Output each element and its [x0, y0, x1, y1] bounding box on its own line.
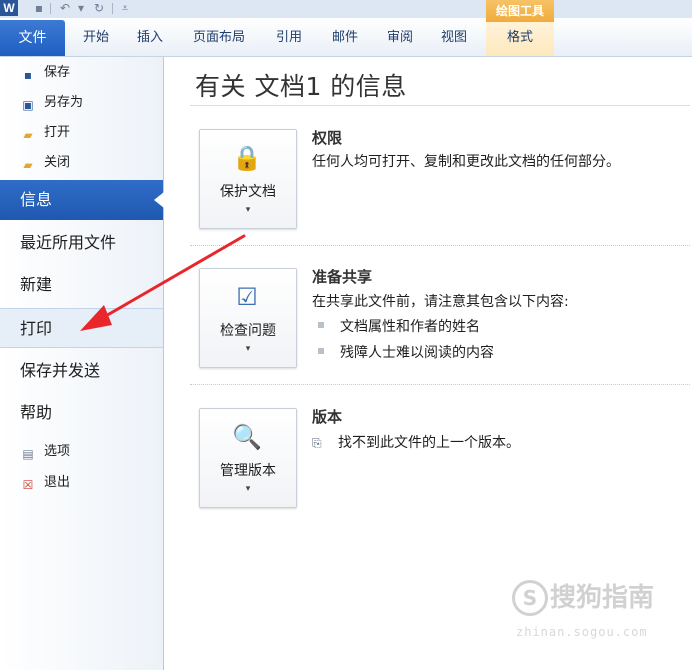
exit-label: 退出	[44, 475, 71, 490]
drawing-tools-group-label: 绘图工具	[486, 0, 554, 22]
bullet-text: 文档属性和作者的姓名	[340, 319, 480, 335]
redo-icon[interactable]: ↻	[92, 1, 106, 15]
permissions-heading: 权限	[312, 129, 343, 147]
section-divider	[190, 245, 690, 246]
exit-icon: ☒	[22, 478, 34, 492]
lock-key-icon: 🔒	[232, 144, 262, 172]
bullet-icon	[318, 322, 324, 328]
close-command[interactable]: ▰ 关闭	[20, 152, 70, 174]
checklist-icon: ☑	[236, 283, 258, 311]
save-icon: ▪	[23, 68, 33, 82]
nav-recent[interactable]: 最近所用文件	[0, 223, 163, 263]
versions-magnifier-icon: 🔍	[232, 423, 262, 451]
watermark-logo: S 搜狗指南	[512, 580, 654, 616]
watermark-url: zhinan.sogou.com	[516, 625, 648, 639]
nav-info[interactable]: 信息	[0, 180, 164, 220]
tab-page-layout[interactable]: 页面布局	[193, 29, 245, 47]
manage-versions-label: 管理版本	[220, 463, 276, 479]
word-logo-icon[interactable]: W	[0, 0, 18, 16]
title-divider	[190, 105, 690, 106]
save-command[interactable]: ▪ 保存	[20, 62, 70, 84]
save-label: 保存	[44, 65, 71, 80]
tab-review[interactable]: 审阅	[387, 29, 413, 47]
protect-document-button[interactable]: 🔒 保护文档 ▾	[199, 129, 297, 229]
nav-save-send[interactable]: 保存并发送	[0, 351, 163, 391]
versions-text-label: 找不到此文件的上一个版本。	[338, 435, 520, 451]
sogou-logo-icon: S	[512, 580, 548, 616]
nav-help[interactable]: 帮助	[0, 393, 163, 433]
permissions-text: 任何人均可打开、复制和更改此文档的任何部分。	[312, 154, 620, 170]
qat-divider	[50, 3, 51, 14]
chevron-down-icon: ▾	[245, 205, 251, 215]
check-issues-button[interactable]: ☑ 检查问题 ▾	[199, 268, 297, 368]
exit-command[interactable]: ☒ 退出	[20, 472, 70, 494]
tab-view[interactable]: 视图	[441, 29, 467, 47]
prepare-sharing-text: 在共享此文件前，请注意其包含以下内容:	[312, 294, 569, 310]
tab-format[interactable]: 格式	[486, 22, 554, 56]
versions-text: ⎘ 找不到此文件的上一个版本。	[312, 433, 520, 453]
save-icon[interactable]: ▪	[32, 1, 46, 15]
close-label: 关闭	[44, 155, 71, 170]
document-version-icon: ⎘	[312, 436, 322, 450]
bullet-icon	[318, 348, 324, 354]
protect-document-label: 保护文档	[220, 184, 276, 200]
bullet-text: 残障人士难以阅读的内容	[340, 345, 494, 361]
undo-icon[interactable]: ↶	[58, 1, 72, 15]
chevron-down-icon: ▾	[245, 484, 251, 494]
watermark-text: 搜狗指南	[550, 583, 655, 613]
save-as-label: 另存为	[44, 95, 84, 110]
check-issues-label: 检查问题	[220, 323, 276, 339]
prepare-sharing-heading: 准备共享	[312, 268, 373, 286]
versions-heading: 版本	[312, 408, 343, 426]
section-divider	[190, 384, 690, 385]
quick-access-toolbar: W ▪ ↶ ▾ ↻ ⩡	[0, 0, 692, 18]
qat-divider	[112, 3, 113, 14]
tab-home[interactable]: 开始	[83, 29, 109, 47]
tab-file[interactable]: 文件	[0, 20, 65, 56]
open-label: 打开	[44, 125, 71, 140]
save-as-icon: ▣	[22, 98, 34, 112]
nav-print[interactable]: 打印	[0, 308, 163, 348]
chevron-down-icon: ▾	[245, 344, 251, 354]
undo-dropdown-icon[interactable]: ▾	[74, 1, 88, 15]
customize-icon[interactable]: ⩡	[118, 1, 132, 15]
options-icon: ▤	[22, 447, 34, 461]
tab-insert[interactable]: 插入	[137, 29, 163, 47]
manage-versions-button[interactable]: 🔍 管理版本 ▾	[199, 408, 297, 508]
list-item: 残障人士难以阅读的内容	[318, 343, 494, 363]
options-label: 选项	[44, 444, 71, 459]
options-command[interactable]: ▤ 选项	[20, 441, 70, 463]
save-as-command[interactable]: ▣ 另存为	[20, 92, 83, 114]
tab-references[interactable]: 引用	[276, 29, 302, 47]
open-command[interactable]: ▰ 打开	[20, 122, 70, 144]
tab-mailings[interactable]: 邮件	[332, 29, 358, 47]
close-folder-icon: ▰	[23, 158, 33, 172]
list-item: 文档属性和作者的姓名	[318, 317, 480, 337]
page-title: 有关 文档1 的信息	[195, 72, 407, 101]
open-folder-icon: ▰	[23, 128, 33, 142]
nav-new[interactable]: 新建	[0, 265, 163, 305]
